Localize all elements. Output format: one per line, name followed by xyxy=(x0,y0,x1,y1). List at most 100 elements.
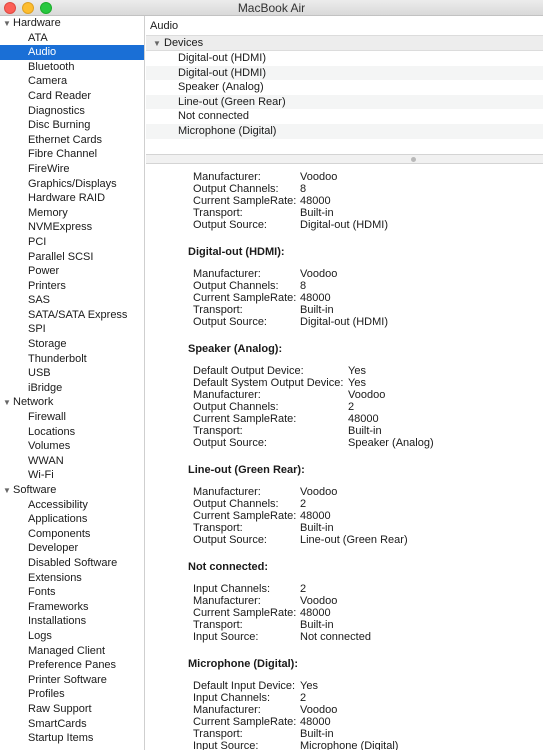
detail-key: Default Output Device: xyxy=(193,365,304,377)
detail-row: Current SampleRate: 48000 xyxy=(146,413,543,425)
sidebar-item-wwan[interactable]: WWAN xyxy=(0,454,144,469)
sidebar-item-usb[interactable]: USB xyxy=(0,366,144,381)
sidebar-item-managed-client[interactable]: Managed Client xyxy=(0,644,144,659)
detail-row: Output Channels: 8 xyxy=(146,183,543,195)
device-row[interactable]: Microphone (Digital) xyxy=(146,123,543,139)
sidebar-item-ethernet-cards[interactable]: Ethernet Cards xyxy=(0,133,144,148)
sidebar-item-camera[interactable]: Camera xyxy=(0,74,144,89)
detail-block-title: Not connected: xyxy=(188,561,269,573)
detail-key: Output Source: xyxy=(193,437,267,449)
sidebar-item-installations[interactable]: Installations xyxy=(0,614,144,629)
detail-key: Manufacturer: xyxy=(193,268,261,280)
detail-row: Output Source: Speaker (Analog) xyxy=(146,437,543,449)
detail-row: Manufacturer: Voodoo xyxy=(146,389,543,401)
sidebar-item-components[interactable]: Components xyxy=(0,527,144,542)
sidebar-section-label: Software xyxy=(13,484,57,496)
sidebar-item-hardware-raid[interactable]: Hardware RAID xyxy=(0,191,144,206)
detail-value: 2 xyxy=(300,498,307,510)
sidebar-item-thunderbolt[interactable]: Thunderbolt xyxy=(0,352,144,367)
sidebar-item-disabled-software[interactable]: Disabled Software xyxy=(0,556,144,571)
disclosure-triangle-icon[interactable]: ▼ xyxy=(153,36,164,51)
sidebar-item-bluetooth[interactable]: Bluetooth xyxy=(0,60,144,75)
sidebar-item-storage[interactable]: Storage xyxy=(0,337,144,352)
sidebar-section-hardware[interactable]: ▼ Hardware xyxy=(0,16,144,31)
detail-value: Voodoo xyxy=(348,389,386,401)
sidebar-item-raw-support[interactable]: Raw Support xyxy=(0,702,144,717)
sidebar-item-printer-software[interactable]: Printer Software xyxy=(0,673,144,688)
sidebar-item-sata-sata-express[interactable]: SATA/SATA Express xyxy=(0,308,144,323)
sidebar-item-accessibility[interactable]: Accessibility xyxy=(0,498,144,513)
sidebar-item-fonts[interactable]: Fonts xyxy=(0,585,144,600)
detail-row: Transport: Built-in xyxy=(146,728,543,740)
detail-value: Yes xyxy=(348,365,366,377)
detail-key: Manufacturer: xyxy=(193,486,261,498)
sidebar-item-ibridge[interactable]: iBridge xyxy=(0,381,144,396)
disclosure-triangle-icon[interactable]: ▼ xyxy=(3,396,13,411)
sidebar-item-smartcards[interactable]: SmartCards xyxy=(0,717,144,732)
sidebar-item-ata[interactable]: ATA xyxy=(0,31,144,46)
pane-splitter[interactable] xyxy=(146,154,543,164)
splitter-handle-icon[interactable] xyxy=(411,157,416,162)
device-row[interactable]: Digital-out (HDMI) xyxy=(146,51,543,66)
detail-key: Output Source: xyxy=(193,534,267,546)
device-row[interactable]: Digital-out (HDMI) xyxy=(146,65,543,81)
device-row[interactable]: Not connected xyxy=(146,109,543,124)
device-row[interactable]: Line-out (Green Rear) xyxy=(146,94,543,110)
sidebar-item-profiles[interactable]: Profiles xyxy=(0,687,144,702)
detail-value: Not connected xyxy=(300,631,371,643)
detail-key: Transport: xyxy=(193,207,243,219)
detail-value: Voodoo xyxy=(300,486,338,498)
sidebar-item-parallel-scsi[interactable]: Parallel SCSI xyxy=(0,250,144,265)
sidebar-item-sas[interactable]: SAS xyxy=(0,293,144,308)
sidebar-item-wi-fi[interactable]: Wi-Fi xyxy=(0,468,144,483)
sidebar-item-firewire[interactable]: FireWire xyxy=(0,162,144,177)
disclosure-triangle-icon[interactable]: ▼ xyxy=(3,17,13,32)
sidebar-item-nvmexpress[interactable]: NVMExpress xyxy=(0,220,144,235)
detail-row: Output Channels: 8 xyxy=(146,280,543,292)
detail-block-title: Speaker (Analog): xyxy=(188,343,283,355)
detail-key: Transport: xyxy=(193,304,243,316)
detail-row: Input Source: Not connected xyxy=(146,631,543,643)
sidebar-item-logs[interactable]: Logs xyxy=(0,629,144,644)
detail-key: Manufacturer: xyxy=(193,704,261,716)
title-bar[interactable]: MacBook Air xyxy=(0,0,543,16)
sidebar-item-pci[interactable]: PCI xyxy=(0,235,144,250)
sidebar-item-diagnostics[interactable]: Diagnostics xyxy=(0,104,144,119)
detail-value: Built-in xyxy=(300,728,334,740)
detail-key: Input Source: xyxy=(193,631,259,643)
sidebar-item-developer[interactable]: Developer xyxy=(0,541,144,556)
detail-value: Yes xyxy=(348,377,366,389)
detail-key: Manufacturer: xyxy=(193,389,261,401)
sidebar-item-power[interactable]: Power xyxy=(0,264,144,279)
detail-key: Output Channels: xyxy=(193,280,279,292)
devices-header[interactable]: ▼ Devices xyxy=(146,36,543,51)
detail-block: Speaker (Analog): Default Output Device: Y… xyxy=(146,340,543,449)
sidebar: ▼ Hardware ATA Audio Bluetooth Camera Card Rea… xyxy=(0,16,145,750)
sidebar-item-locations[interactable]: Locations xyxy=(0,425,144,440)
disclosure-triangle-icon[interactable]: ▼ xyxy=(3,484,13,499)
sidebar-item-memory[interactable]: Memory xyxy=(0,206,144,221)
details-pane: Manufacturer: Voodoo Output Channels: 8 Curr… xyxy=(146,165,543,750)
sidebar-item-printers[interactable]: Printers xyxy=(0,279,144,294)
sidebar-item-extensions[interactable]: Extensions xyxy=(0,571,144,586)
device-row[interactable]: Speaker (Analog) xyxy=(146,80,543,95)
detail-key: Current SampleRate: xyxy=(193,195,297,207)
sidebar-item-fibre-channel[interactable]: Fibre Channel xyxy=(0,147,144,162)
detail-row: Manufacturer: Voodoo xyxy=(146,704,543,716)
sidebar-item-preference-panes[interactable]: Preference Panes xyxy=(0,658,144,673)
sidebar-item-audio[interactable]: Audio xyxy=(0,45,144,60)
sidebar-item-disc-burning[interactable]: Disc Burning xyxy=(0,118,144,133)
detail-value: Voodoo xyxy=(300,704,338,716)
sidebar-item-applications[interactable]: Applications xyxy=(0,512,144,527)
sidebar-section-network[interactable]: ▼ Network xyxy=(0,395,144,410)
sidebar-section-software[interactable]: ▼ Software xyxy=(0,483,144,498)
sidebar-item-card-reader[interactable]: Card Reader xyxy=(0,89,144,104)
sidebar-item-graphics-displays[interactable]: Graphics/Displays xyxy=(0,177,144,192)
sidebar-item-frameworks[interactable]: Frameworks xyxy=(0,600,144,615)
detail-row: Output Source: Digital-out (HDMI) xyxy=(146,316,543,328)
sidebar-item-volumes[interactable]: Volumes xyxy=(0,439,144,454)
sidebar-item-firewall[interactable]: Firewall xyxy=(0,410,144,425)
detail-block: Not connected: Input Channels: 2 Manufactur… xyxy=(146,558,543,643)
sidebar-item-spi[interactable]: SPI xyxy=(0,322,144,337)
sidebar-item-startup-items[interactable]: Startup Items xyxy=(0,731,144,746)
